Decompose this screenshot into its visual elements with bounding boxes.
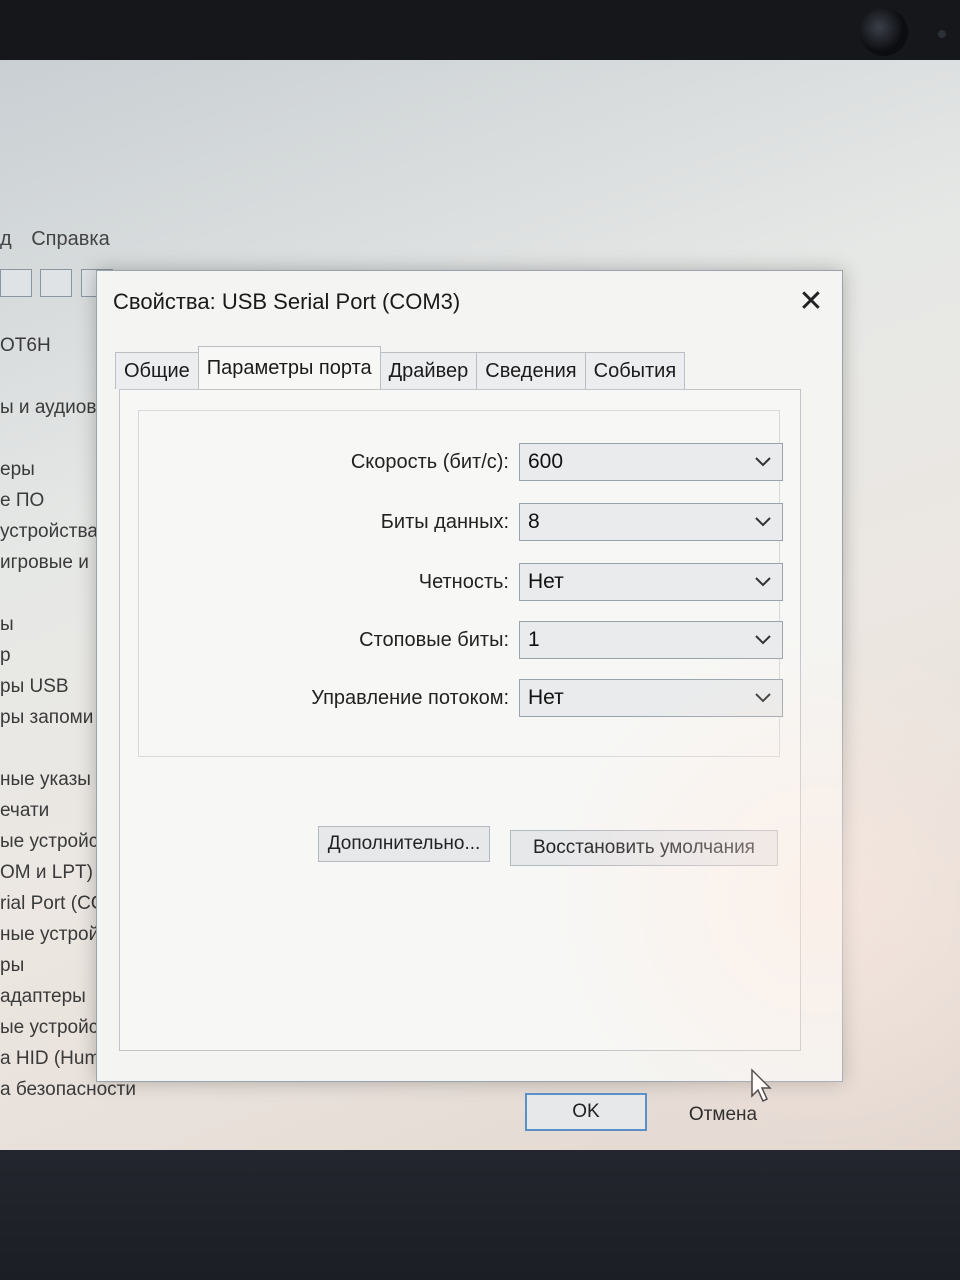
tab-bar: Общие Параметры порта Драйвер Сведения С… — [115, 345, 686, 389]
parity-select[interactable]: Нет — [519, 563, 783, 601]
baud-rate-select[interactable]: 600 — [519, 443, 783, 481]
tab-details[interactable]: Сведения — [476, 352, 586, 389]
tree-item[interactable]: ечати — [0, 795, 110, 826]
tree-item[interactable]: ы — [0, 609, 110, 640]
tree-item[interactable]: е ПО — [0, 485, 110, 516]
tree-item[interactable]: ры USB — [0, 671, 110, 702]
tree-item[interactable]: ные устрой — [0, 919, 110, 950]
tree-item-usb-serial-port[interactable]: rial Port (CC — [0, 888, 110, 919]
tree-item[interactable]: ы и аудиов — [0, 392, 110, 423]
stop-bits-row: Стоповые биты: 1 — [139, 621, 783, 659]
tree-item[interactable]: OT6H — [0, 330, 110, 361]
chevron-down-icon — [755, 693, 771, 703]
tab-events[interactable]: События — [584, 352, 686, 389]
data-bits-select[interactable]: 8 — [519, 503, 783, 541]
tab-driver[interactable]: Драйвер — [379, 352, 478, 389]
tree-item[interactable]: ры — [0, 950, 110, 981]
data-bits-row: Биты данных: 8 — [139, 503, 783, 541]
tree-item[interactable]: адаптеры — [0, 981, 110, 1012]
advanced-button[interactable]: Дополнительно... — [318, 826, 490, 862]
tree-item[interactable] — [0, 361, 110, 392]
chevron-down-icon — [755, 577, 771, 587]
background-menu-item-help[interactable]: Справка — [31, 228, 109, 250]
webcam-indicator — [938, 30, 946, 38]
flow-control-row: Управление потоком: Нет — [139, 679, 783, 717]
restore-defaults-button[interactable]: Восстановить умолчания — [510, 830, 778, 866]
stop-bits-select[interactable]: 1 — [519, 621, 783, 659]
tree-item[interactable]: устройства — [0, 516, 110, 547]
dialog-title: Свойства: USB Serial Port (COM3) — [113, 289, 461, 314]
tab-general[interactable]: Общие — [115, 352, 199, 389]
chevron-down-icon — [755, 635, 771, 645]
tab-port-settings[interactable]: Параметры порта — [197, 346, 381, 389]
toolbar-back-icon[interactable] — [0, 269, 32, 297]
background-menu-item[interactable]: д — [0, 228, 12, 250]
data-bits-value: 8 — [528, 510, 540, 533]
baud-rate-label: Скорость (бит/с): — [350, 451, 509, 473]
flow-control-label: Управление потоком: — [311, 687, 509, 709]
close-icon[interactable]: ✕ — [794, 285, 828, 319]
tree-item[interactable] — [0, 733, 110, 764]
stop-bits-label: Стоповые биты: — [359, 629, 509, 651]
tree-item[interactable]: ые устройст — [0, 1012, 110, 1043]
tree-item[interactable]: ные указы — [0, 764, 110, 795]
toolbar-properties-icon[interactable] — [40, 269, 73, 297]
baud-rate-value: 600 — [528, 450, 564, 473]
tree-item[interactable] — [0, 578, 110, 609]
baud-rate-row: Скорость (бит/с): 600 — [139, 443, 783, 481]
laptop-screen: д Справка OT6H ы и аудиов еры е ПО устро… — [0, 60, 960, 1160]
port-properties-dialog: Свойства: USB Serial Port (COM3) ✕ Общие… — [96, 270, 843, 1131]
settings-group: Скорость (бит/с): 600 Биты данных: 8 Чет… — [138, 410, 783, 757]
cancel-button[interactable]: Отмена — [663, 1097, 783, 1133]
tree-item[interactable] — [0, 423, 110, 454]
device-tree: OT6H ы и аудиов еры е ПО устройства игро… — [0, 330, 280, 1105]
laptop-bezel-bottom — [0, 1150, 960, 1280]
parity-label: Четность: — [418, 571, 509, 593]
chevron-down-icon — [755, 517, 771, 527]
tree-item[interactable]: р — [0, 640, 110, 671]
parity-row: Четность: Нет — [139, 563, 783, 601]
flow-control-select[interactable]: Нет — [519, 679, 783, 717]
tree-item[interactable]: игровые и — [0, 547, 110, 578]
data-bits-label: Биты данных: — [380, 511, 509, 533]
tree-item[interactable]: OM и LPT) — [0, 857, 110, 888]
webcam-icon — [860, 8, 908, 56]
ok-button[interactable]: OK — [525, 1093, 647, 1131]
tab-panel: Скорость (бит/с): 600 Биты данных: 8 Чет… — [119, 389, 801, 1103]
background-menu-bar: д Справка — [0, 228, 124, 251]
tree-item[interactable]: ры запоми — [0, 702, 110, 733]
tree-item[interactable]: ые устройс — [0, 826, 110, 857]
stop-bits-value: 1 — [528, 628, 540, 651]
flow-control-value: Нет — [528, 686, 564, 709]
parity-value: Нет — [528, 570, 564, 593]
tree-item[interactable]: еры — [0, 454, 110, 485]
chevron-down-icon — [755, 457, 771, 467]
